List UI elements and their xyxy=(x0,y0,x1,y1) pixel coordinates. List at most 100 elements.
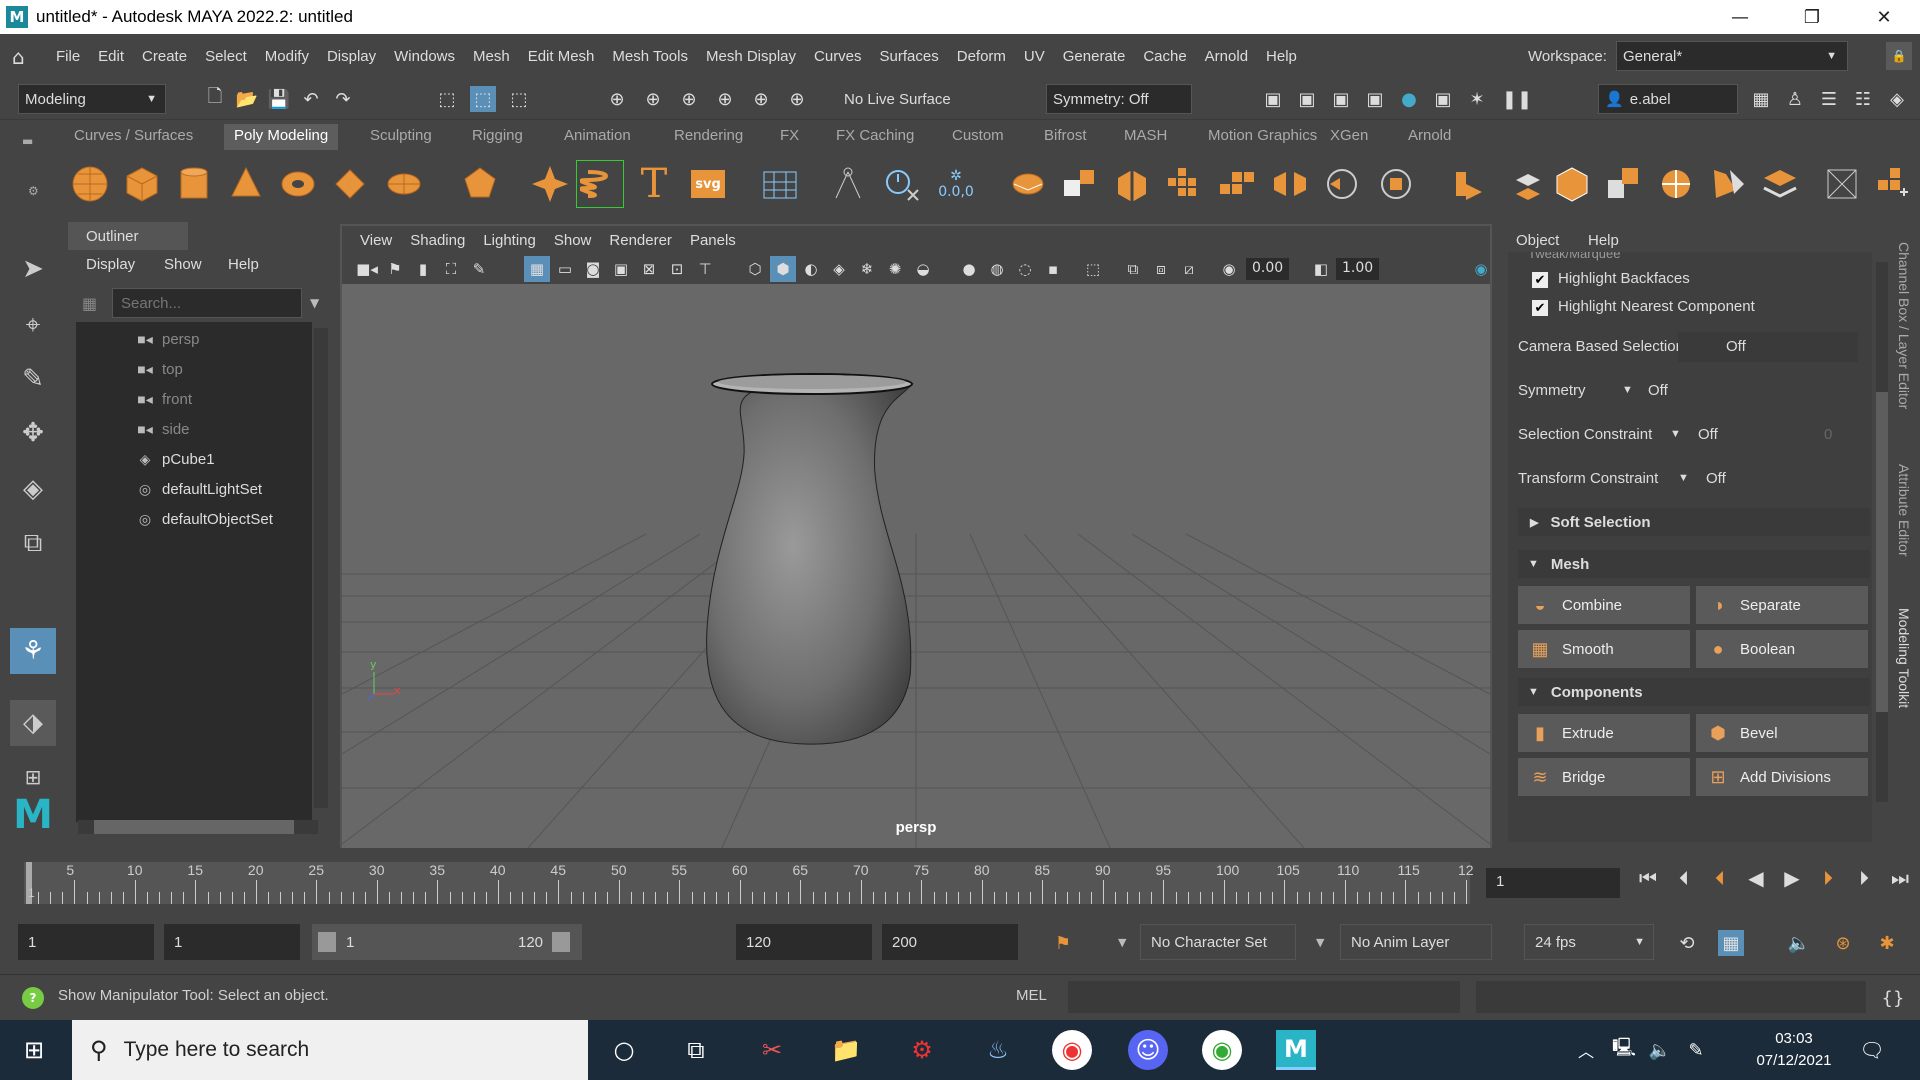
use-all-lights-icon[interactable]: ❄ xyxy=(854,256,880,282)
menu-uv[interactable]: UV xyxy=(1024,48,1045,65)
soft-selection-section[interactable]: ▶ Soft Selection xyxy=(1518,508,1870,536)
poly-sphere-icon[interactable] xyxy=(66,160,114,208)
light-editor-icon[interactable]: ✶ xyxy=(1464,86,1490,112)
chevron-down-icon[interactable]: ▼ xyxy=(1670,428,1681,440)
shelf-tab-animation[interactable]: Animation xyxy=(554,124,641,150)
sweep-mesh-icon[interactable] xyxy=(756,160,804,208)
cache-playback-icon[interactable]: ▦ xyxy=(1718,930,1744,956)
film-gate-icon[interactable]: ▭ xyxy=(552,256,578,282)
menu-deform[interactable]: Deform xyxy=(957,48,1006,65)
shelf-tab-custom[interactable]: Custom xyxy=(942,124,1014,150)
menu-arnold[interactable]: Arnold xyxy=(1205,48,1248,65)
boolean-button[interactable]: ● Boolean xyxy=(1696,630,1868,668)
smooth-shade-icon[interactable]: ⬢ xyxy=(770,256,796,282)
animation-end-field[interactable]: 200 xyxy=(882,924,1018,960)
tool-settings-icon[interactable]: ☷ xyxy=(1850,86,1876,112)
lock-icon[interactable]: 🔒 xyxy=(1886,42,1912,70)
resolution-gate-icon[interactable]: ◙ xyxy=(580,256,606,282)
notifications-icon[interactable]: 🗨 xyxy=(1852,1030,1892,1070)
remesh-icon[interactable] xyxy=(1318,160,1366,208)
gamma-icon[interactable]: ◧ xyxy=(1308,256,1334,282)
snap-view-icon[interactable]: ⊕ xyxy=(712,86,738,112)
xray-joints-icon[interactable]: ⧉ xyxy=(1120,256,1146,282)
undo-icon[interactable]: ↶ xyxy=(298,86,324,112)
pen-icon[interactable]: ✎ xyxy=(1676,1030,1716,1070)
combine-shelf-icon[interactable] xyxy=(1004,160,1052,208)
sound-icon[interactable]: 🔈 xyxy=(1786,930,1812,956)
new-scene-icon[interactable]: 🗋 xyxy=(202,86,228,112)
menu-generate[interactable]: Generate xyxy=(1063,48,1126,65)
viewport-menu-lighting[interactable]: Lighting xyxy=(483,232,536,249)
taskbar-clock[interactable]: 03:03 07/12/2021 xyxy=(1734,1028,1854,1072)
platonic-solid-icon[interactable] xyxy=(456,160,504,208)
outliner-hscrollbar[interactable] xyxy=(78,820,318,834)
live-surface-field[interactable]: No Live Surface xyxy=(838,84,990,114)
network-icon[interactable]: 🖳 xyxy=(1604,1030,1644,1070)
file-explorer-icon[interactable]: 📁 xyxy=(826,1030,866,1070)
quad-layout-icon[interactable]: ⬗ xyxy=(10,700,56,746)
poly-cone-icon[interactable] xyxy=(222,160,270,208)
extract-icon[interactable] xyxy=(1108,160,1156,208)
stopwatch-icon[interactable] xyxy=(878,160,926,208)
separate-shelf-icon[interactable] xyxy=(1056,160,1104,208)
app-red-icon[interactable]: ⚙ xyxy=(902,1030,942,1070)
depth-of-field-icon[interactable]: ◌ xyxy=(1012,256,1038,282)
menu-create[interactable]: Create xyxy=(142,48,187,65)
poly-plane-icon[interactable] xyxy=(326,160,374,208)
extrude-shelf-icon[interactable] xyxy=(1444,160,1492,208)
outliner-item[interactable]: ◎ defaultObjectSet xyxy=(134,510,273,528)
poly-helix-icon[interactable] xyxy=(576,160,624,208)
menu-mesh-display[interactable]: Mesh Display xyxy=(706,48,796,65)
chrome-profile-icon[interactable]: ◉ xyxy=(1202,1030,1242,1070)
maya-taskbar-icon[interactable]: M xyxy=(1276,1030,1316,1070)
select-tool-icon[interactable]: ➤ xyxy=(10,246,56,292)
add-divisions-button[interactable]: ⊞ Add Divisions xyxy=(1696,758,1868,796)
menu-display[interactable]: Display xyxy=(327,48,376,65)
menu-surfaces[interactable]: Surfaces xyxy=(880,48,939,65)
move-tool-icon[interactable]: ✥ xyxy=(10,410,56,456)
minimize-icon[interactable]: — xyxy=(1710,0,1770,34)
outliner-item[interactable]: ■◂ front xyxy=(134,390,192,408)
shelf-tab-fx[interactable]: FX xyxy=(770,124,809,150)
outliner-search-input[interactable] xyxy=(112,288,302,318)
attribute-editor-icon[interactable]: ☰ xyxy=(1816,86,1842,112)
camera-based-selection-dropdown[interactable] xyxy=(1678,332,1858,362)
chevron-down-icon[interactable]: ▼ xyxy=(1678,472,1689,484)
menu-mesh-tools[interactable]: Mesh Tools xyxy=(612,48,688,65)
retopologize-icon[interactable] xyxy=(1372,160,1420,208)
modeling-toolkit-icon[interactable]: ▦ xyxy=(1748,86,1774,112)
two-d-pan-icon[interactable]: ✎ xyxy=(466,256,492,282)
outliner-item[interactable]: ■◂ persp xyxy=(134,330,199,348)
menu-windows[interactable]: Windows xyxy=(394,48,455,65)
scale-tool-icon[interactable]: ⧉ xyxy=(10,520,56,566)
taskbar-search[interactable]: ⚲ Type here to search xyxy=(72,1020,588,1080)
cortana-icon[interactable]: ○ xyxy=(604,1030,644,1070)
menu-cache[interactable]: Cache xyxy=(1143,48,1186,65)
tweak-marquee-option[interactable]: Tweak/Marquee xyxy=(1528,252,1621,261)
chevron-down-icon[interactable]: ▼ xyxy=(1316,936,1324,949)
menu-edit-mesh[interactable]: Edit Mesh xyxy=(528,48,595,65)
shelf-tab-bifrost[interactable]: Bifrost xyxy=(1034,124,1097,150)
animation-prefs-icon[interactable]: ⊛ xyxy=(1830,930,1856,956)
range-end-handle[interactable] xyxy=(552,932,570,952)
snap-curve-icon[interactable]: ⊕ xyxy=(640,86,666,112)
volume-icon[interactable]: 🔈 xyxy=(1640,1030,1680,1070)
workspace-dropdown[interactable]: General* ▼ xyxy=(1616,41,1848,71)
viewport-canvas[interactable]: y x persp xyxy=(342,284,1490,848)
home-icon[interactable]: ⌂ xyxy=(12,45,34,69)
viewport-menu-shading[interactable]: Shading xyxy=(410,232,465,249)
outliner-menu-show[interactable]: Show xyxy=(164,256,202,273)
timeline-bar[interactable]: 5 10 15 20 25 30 35 40 45 50 55 60 65 70 75 80 85 90 95 100… xyxy=(24,862,1474,904)
xray-components-icon[interactable]: ⧈ xyxy=(1148,256,1174,282)
target-weld-icon[interactable] xyxy=(1818,160,1866,208)
pause-icon[interactable]: ❚❚ xyxy=(1502,86,1532,112)
poly-cylinder-icon[interactable] xyxy=(170,160,218,208)
character-set-field[interactable]: No Character Set xyxy=(1140,924,1296,960)
range-start-handle[interactable] xyxy=(318,932,336,952)
separate-button[interactable]: ◑ Separate xyxy=(1696,586,1868,624)
current-frame-field[interactable]: 1 xyxy=(1486,868,1620,898)
bookmarks-icon[interactable]: ▮ xyxy=(410,256,436,282)
smooth-button[interactable]: ▦ Smooth xyxy=(1518,630,1690,668)
shadows-icon[interactable]: ✺ xyxy=(882,256,908,282)
steam-icon[interactable]: ♨ xyxy=(978,1030,1018,1070)
